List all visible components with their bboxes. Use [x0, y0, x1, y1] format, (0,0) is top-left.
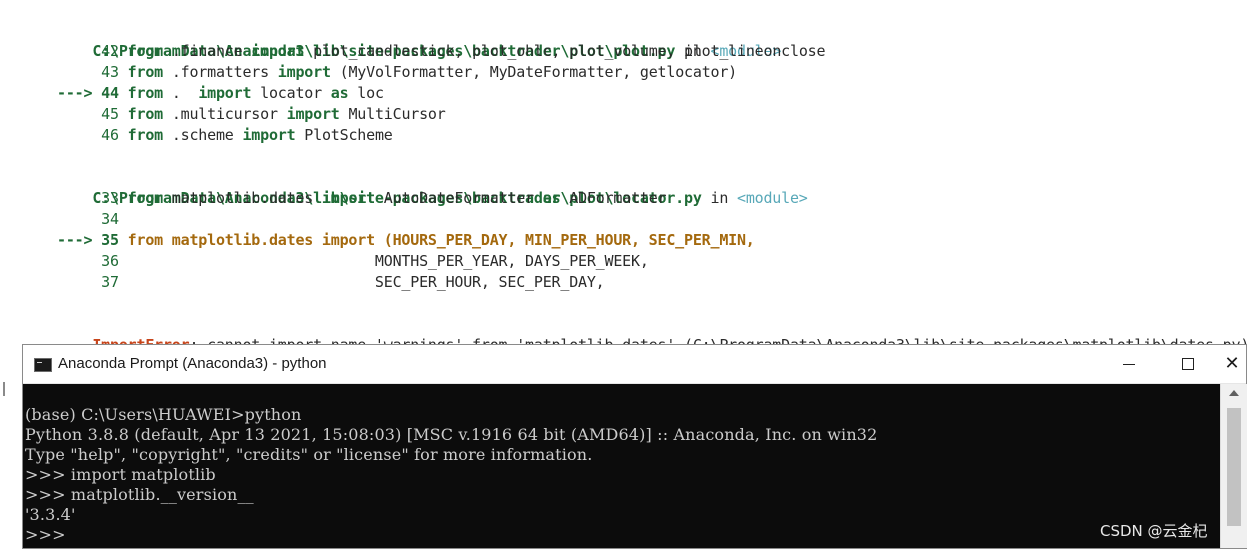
traceback-code-line: 43 from .formatters import (MyVolFormatt… [57, 62, 737, 83]
line-number: 44 [101, 84, 128, 102]
console-line: Python 3.8.8 (default, Apr 13 2021, 15:0… [25, 425, 878, 444]
console-output[interactable]: (base) C:\Users\HUAWEI>python Python 3.8.… [23, 384, 1220, 548]
code-text: SEC_PER_HOUR, SEC_PER_DAY, [127, 273, 605, 291]
code-text: MultiCursor [339, 105, 446, 123]
line-number: 45 [101, 105, 128, 123]
current-line-arrow: ---> [57, 84, 102, 102]
line-number: 33 [101, 189, 128, 207]
scroll-up-arrow-icon[interactable] [1229, 390, 1239, 396]
traceback-code-line: 45 from .multicursor import MultiCursor [57, 104, 446, 125]
close-icon: ✕ [1224, 353, 1240, 374]
code-keyword: from [127, 63, 164, 81]
minimize-icon [1123, 364, 1135, 365]
code-keyword: from [127, 189, 164, 207]
maximize-button[interactable] [1159, 345, 1217, 383]
code-text: ADFormatter [560, 189, 667, 207]
code-text: loc [348, 84, 384, 102]
traceback-code-line: 34 [57, 209, 128, 230]
code-text: locator [251, 84, 331, 102]
csdn-watermark: CSDN @云金杞 [1100, 522, 1208, 540]
code-text: . [162, 84, 199, 102]
close-button[interactable]: ✕ [1217, 345, 1247, 383]
code-text: .finance [162, 42, 252, 60]
console-line: >>> [25, 525, 66, 544]
code-keyword: import [198, 84, 252, 102]
vertical-scrollbar[interactable] [1220, 384, 1247, 548]
traceback-code-line: 46 from .scheme import PlotScheme [57, 125, 393, 146]
line-number: 46 [101, 126, 128, 144]
code-text: (MyVolFormatter, MyDateFormatter, getloc… [330, 63, 738, 81]
code-keyword: import [286, 105, 340, 123]
code-text: plot_candlestick, plot_ohlc, plot_volume… [304, 42, 826, 60]
traceback-code-line: 33 from matplotlib.dates import AutoDate… [57, 188, 666, 209]
code-keyword: import [321, 189, 375, 207]
traceback-code-line: ---> 35 from matplotlib.dates import (HO… [57, 230, 755, 251]
traceback-frame-header: C:\ProgramData\Anaconda3\lib\site-packag… [57, 20, 781, 60]
console-line: (base) C:\Users\HUAWEI>python [25, 405, 302, 424]
code-text: .formatters [162, 63, 278, 81]
code-keyword: import [277, 63, 331, 81]
code-text: .scheme [162, 126, 243, 144]
line-number: 36 [101, 252, 128, 270]
code-text: .multicursor [162, 105, 287, 123]
code-keyword: import [251, 42, 305, 60]
code-keyword: from [127, 126, 164, 144]
code-keyword: import [242, 126, 296, 144]
code-highlight: from matplotlib.dates import (HOURS_PER_… [127, 231, 755, 249]
maximize-icon [1182, 358, 1194, 370]
window-title: Anaconda Prompt (Anaconda3) - python [58, 355, 327, 372]
traceback-code-line: ---> 44 from . import locator as loc [57, 83, 384, 104]
console-line: '3.3.4' [25, 505, 76, 524]
code-keyword: as [330, 84, 349, 102]
code-text: MONTHS_PER_YEAR, DAYS_PER_WEEK, [127, 252, 649, 270]
minimize-button[interactable] [1101, 345, 1159, 383]
error-line: ImportError: cannot import name 'warning… [57, 314, 1249, 354]
line-number: 37 [101, 273, 128, 291]
code-keyword: from [127, 84, 164, 102]
code-text: PlotScheme [295, 126, 393, 144]
line-number: 34 [101, 210, 128, 228]
console-window-icon [34, 358, 52, 372]
code-text: matplotlib.dates [162, 189, 322, 207]
window-titlebar[interactable]: Anaconda Prompt (Anaconda3) - python ✕ [23, 345, 1246, 384]
current-line-arrow: ---> [57, 231, 102, 249]
console-line: >>> matplotlib.__version__ [25, 485, 254, 504]
traceback-code-line: 42 from .finance import plot_candlestick… [57, 41, 825, 62]
traceback-code-line: 36 MONTHS_PER_YEAR, DAYS_PER_WEEK, [57, 251, 649, 272]
code-text: AutoDateFormatter [374, 189, 543, 207]
console-line: >>> import matplotlib [25, 465, 216, 484]
line-number: 43 [101, 63, 128, 81]
traceback-code-line: 37 SEC_PER_HOUR, SEC_PER_DAY, [57, 272, 605, 293]
traceback-module-name: <module> [736, 189, 808, 207]
traceback-output: C:\ProgramData\Anaconda3\lib\site-packag… [0, 0, 1250, 354]
code-keyword: from [127, 42, 164, 60]
anaconda-prompt-window[interactable]: Anaconda Prompt (Anaconda3) - python ✕ (… [22, 344, 1247, 549]
traceback-in-text: in [701, 189, 737, 207]
code-keyword: from [127, 105, 164, 123]
console-line: Type "help", "copyright", "credits" or "… [25, 445, 593, 464]
code-keyword: as [542, 189, 561, 207]
line-number: 42 [101, 42, 128, 60]
traceback-frame-header: C:\ProgramData\Anaconda3\lib\site-packag… [57, 167, 808, 207]
line-number: 35 [101, 231, 128, 249]
scrollbar-thumb[interactable] [1227, 408, 1241, 526]
background-window-edge [3, 382, 9, 396]
